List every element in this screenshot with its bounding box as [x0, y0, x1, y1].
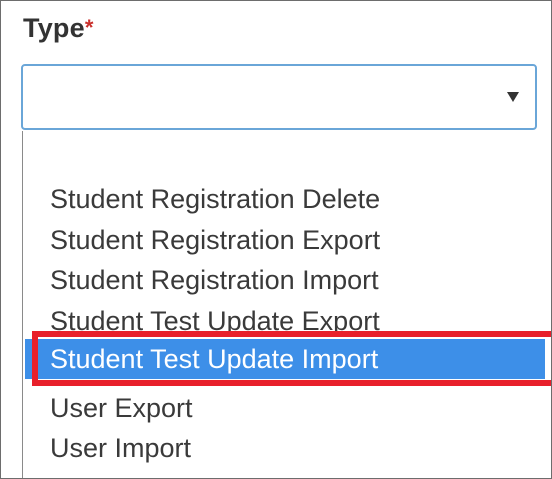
option-student-registration-import[interactable]: Student Registration Import: [50, 262, 379, 298]
type-dropdown-list[interactable]: Student Registration Delete Student Regi…: [22, 131, 551, 478]
caret-down-icon[interactable]: [507, 92, 519, 102]
type-field-label: Type*: [23, 13, 94, 44]
required-marker: *: [84, 15, 94, 40]
type-label-text: Type: [23, 13, 85, 43]
option-student-registration-delete[interactable]: Student Registration Delete: [50, 181, 380, 217]
option-student-test-update-import[interactable]: Student Test Update Import: [25, 339, 545, 379]
type-select[interactable]: [21, 64, 537, 130]
option-student-test-update-import-label: Student Test Update Import: [50, 344, 379, 374]
option-user-import[interactable]: User Import: [50, 430, 191, 466]
type-field-screenshot: Type* Student Registration Delete Studen…: [0, 0, 552, 479]
option-user-export[interactable]: User Export: [50, 390, 193, 426]
option-student-registration-export[interactable]: Student Registration Export: [50, 222, 380, 258]
option-student-test-update-export[interactable]: Student Test Update Export: [50, 303, 380, 339]
